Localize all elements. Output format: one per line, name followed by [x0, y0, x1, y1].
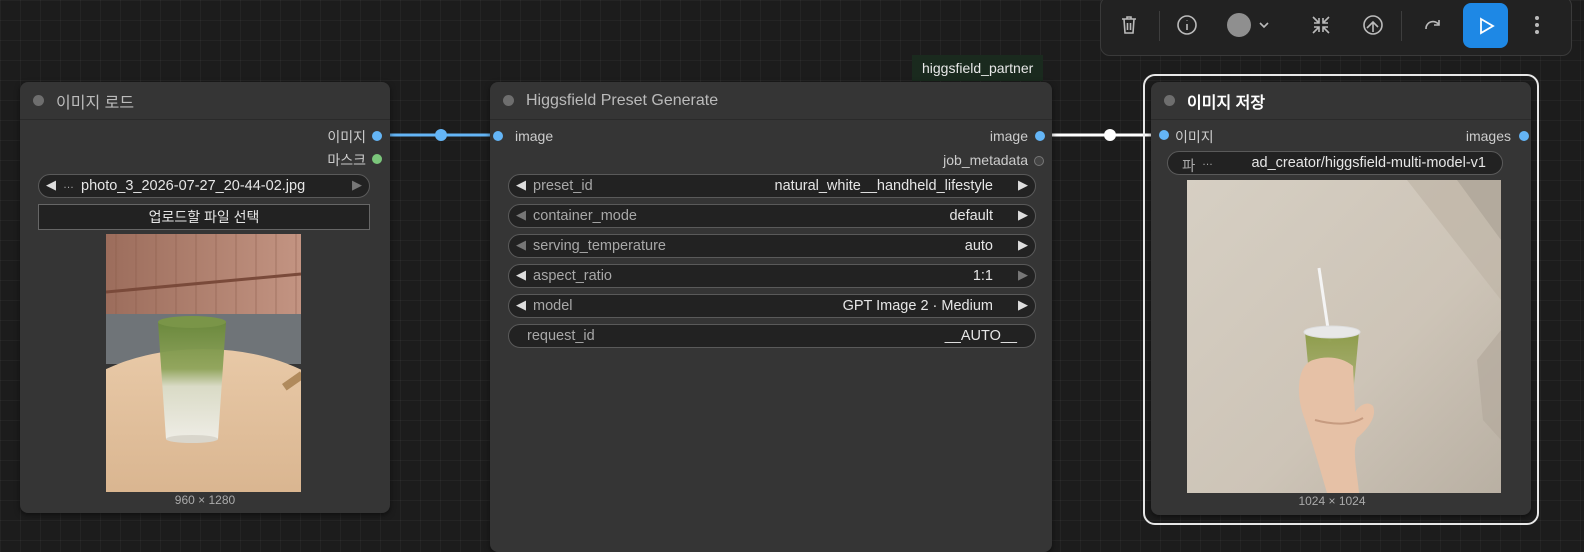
widget-value: auto: [964, 238, 993, 254]
output-label-image: 이미지: [327, 129, 366, 145]
file-name-value: photo_3_2026-07-27_20-44-02.jpg: [81, 178, 306, 194]
node-title-bar[interactable]: Higgsfield Preset Generate: [490, 82, 1052, 120]
widget-request-id[interactable]: request_id __AUTO__: [508, 324, 1036, 348]
output-port-images[interactable]: [1519, 131, 1529, 141]
node-title: 이미지 저장: [1187, 94, 1266, 112]
next-arrow-icon[interactable]: ▶: [1018, 237, 1028, 253]
output-image: [1187, 180, 1501, 493]
widget-label: serving_temperature: [533, 238, 666, 254]
widget-value: 1:1: [972, 268, 993, 284]
widget-preset-id[interactable]: ◀ preset_id natural_white__handheld_life…: [508, 174, 1036, 198]
save-image-node[interactable]: 이미지 저장 이미지 images 파 … ad_creator/higgsfi…: [1151, 82, 1531, 515]
ellipsis: …: [63, 179, 74, 191]
file-select-widget[interactable]: ◀ … photo_3_2026-07-27_20-44-02.jpg ▶: [38, 174, 370, 198]
image-dimensions: 1024 × 1024: [1298, 494, 1366, 508]
input-label-image: image: [515, 128, 554, 144]
widget-serving-temperature[interactable]: ◀ serving_temperature auto ▶: [508, 234, 1036, 258]
link-midpoint: [1104, 129, 1116, 141]
input-label-image: 이미지: [1175, 129, 1214, 145]
widget-aspect-ratio[interactable]: ◀ aspect_ratio 1:1 ▶: [508, 264, 1036, 288]
collapse-dot-icon[interactable]: [33, 95, 44, 106]
prev-arrow-icon[interactable]: ◀: [516, 297, 526, 313]
upload-button[interactable]: 업로드할 파일 선택: [38, 204, 370, 230]
input-port-image[interactable]: [1159, 130, 1169, 140]
widget-label: container_mode: [533, 208, 637, 224]
next-arrow-icon[interactable]: ▶: [1018, 297, 1028, 313]
widget-container-mode[interactable]: ◀ container_mode default ▶: [508, 204, 1036, 228]
widget-label: preset_id: [533, 178, 593, 194]
collapse-dot-icon[interactable]: [1164, 95, 1175, 106]
node-title: 이미지 로드: [56, 94, 135, 112]
prev-arrow-icon[interactable]: ◀: [516, 237, 526, 253]
link-midpoint: [435, 129, 447, 141]
widget-value: natural_white__handheld_lifestyle: [774, 178, 993, 194]
next-arrow-icon[interactable]: ▶: [1018, 267, 1028, 283]
widget-value: ad_creator/higgsfield-multi-model-v1: [1251, 155, 1486, 171]
widget-value: GPT Image 2 · Medium: [842, 298, 993, 314]
prev-arrow-icon[interactable]: ◀: [516, 267, 526, 283]
filename-prefix-widget[interactable]: 파 … ad_creator/higgsfield-multi-model-v1: [1167, 151, 1503, 175]
prev-arrow-icon[interactable]: ◀: [46, 177, 56, 193]
prev-arrow-icon[interactable]: ◀: [516, 207, 526, 223]
next-arrow-icon[interactable]: ▶: [352, 177, 362, 193]
widget-value: __AUTO__: [944, 328, 1017, 344]
widget-label: aspect_ratio: [533, 268, 612, 284]
output-port-mask[interactable]: [372, 154, 382, 164]
output-port-image[interactable]: [1035, 131, 1045, 141]
widget-model[interactable]: ◀ model GPT Image 2 · Medium ▶: [508, 294, 1036, 318]
widget-label: model: [533, 298, 573, 314]
ellipsis: …: [1202, 156, 1213, 168]
output-label-images: images: [1465, 128, 1511, 144]
load-image-node[interactable]: 이미지 로드 이미지 마스크 ◀ … photo_3_2026-07-27_20…: [20, 82, 390, 513]
node-title-bar[interactable]: 이미지 로드: [20, 82, 390, 120]
output-port-job-metadata[interactable]: [1034, 156, 1044, 166]
output-label-image: image: [989, 128, 1028, 144]
output-port-image[interactable]: [372, 131, 382, 141]
image-dimensions: 960 × 1280: [174, 493, 236, 507]
next-arrow-icon[interactable]: ▶: [1018, 177, 1028, 193]
input-port-image[interactable]: [493, 131, 503, 141]
output-label-mask: 마스크: [327, 152, 366, 168]
next-arrow-icon[interactable]: ▶: [1018, 207, 1028, 223]
output-label-job-metadata: job_metadata: [943, 152, 1028, 168]
partner-badge: higgsfield_partner: [912, 55, 1044, 81]
node-title: Higgsfield Preset Generate: [526, 91, 719, 109]
prev-arrow-icon[interactable]: ◀: [516, 177, 526, 193]
widget-label: 파: [1182, 159, 1196, 175]
higgsfield-preset-node[interactable]: Higgsfield Preset Generate image image j…: [490, 82, 1052, 552]
preview-image: [106, 234, 301, 492]
node-title-bar[interactable]: 이미지 저장: [1151, 82, 1531, 120]
collapse-dot-icon[interactable]: [503, 95, 514, 106]
widget-label: request_id: [527, 328, 595, 344]
widget-value: default: [949, 208, 993, 224]
